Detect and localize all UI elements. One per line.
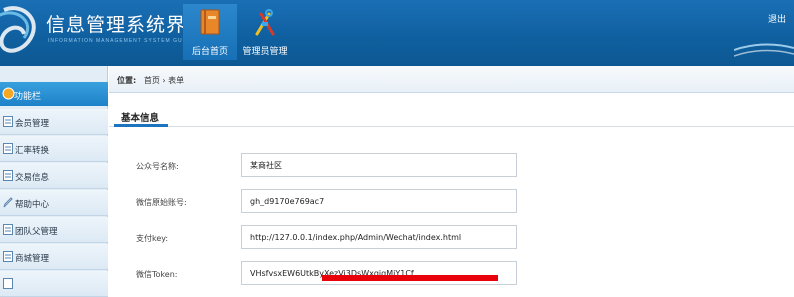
document-icon	[3, 116, 13, 127]
logout-link[interactable]: 退出	[768, 12, 786, 25]
breadcrumb-form-link[interactable]: 表单	[168, 76, 184, 85]
pay-key-label: 支付key:	[136, 234, 169, 243]
header-glow-decoration	[734, 43, 794, 57]
logo-swoosh-icon	[0, 6, 36, 53]
sidebar-item-label: 汇率转换	[15, 146, 50, 156]
sidebar-item-label: 会员管理	[15, 119, 50, 129]
document-icon	[3, 143, 13, 154]
original-id-label: 微信原始账号:	[136, 198, 187, 207]
original-id-input[interactable]	[241, 189, 517, 213]
document-icon	[3, 278, 13, 289]
nav-home-label: 后台首页	[191, 47, 228, 57]
sidebar: 功能栏 会员管理 汇率转换 交易信息 帮助中心 团队父管理 商城管理	[0, 66, 108, 297]
edit-icon	[3, 197, 13, 208]
sidebar-item-label: 帮助中心	[15, 200, 50, 210]
document-icon	[3, 170, 13, 181]
section-accent-bar	[114, 124, 168, 127]
token-input[interactable]	[241, 261, 517, 285]
section-title: 基本信息	[121, 113, 160, 124]
form-row-token: 微信Token:	[109, 258, 794, 288]
sidebar-item-label: 商城管理	[15, 254, 50, 264]
section-divider	[109, 126, 794, 127]
token-label: 微信Token:	[136, 270, 178, 279]
sidebar-header: 功能栏	[0, 82, 108, 106]
sidebar-item-exchange[interactable]: 汇率转换	[0, 136, 108, 162]
nav-home-tab[interactable]: 后台首页	[183, 4, 237, 60]
pay-key-input[interactable]	[241, 225, 517, 249]
book-icon	[200, 9, 220, 35]
breadcrumb-separator: ›	[162, 76, 166, 85]
form-row-pay-key: 支付key:	[109, 222, 794, 252]
red-highlight-bar	[322, 275, 498, 281]
sidebar-header-label: 功能栏	[14, 92, 42, 102]
sidebar-item-partial[interactable]	[0, 271, 108, 297]
sidebar-item-mall[interactable]: 商城管理	[0, 244, 108, 270]
sidebar-item-label: 团队父管理	[15, 227, 58, 237]
breadcrumb-prefix: 位置:	[117, 76, 137, 85]
tools-icon	[255, 9, 275, 36]
sidebar-item-help[interactable]: 帮助中心	[0, 190, 108, 216]
sidebar-item-members[interactable]: 会员管理	[0, 109, 108, 135]
sidebar-item-label: 交易信息	[15, 173, 50, 183]
form-row-account-name: 公众号名称:	[109, 150, 794, 180]
account-name-input[interactable]	[241, 153, 517, 177]
breadcrumb-bar: 位置: 首页 › 表单	[109, 66, 794, 93]
app-title: 信息管理系统界面	[46, 14, 207, 36]
nav-admin-tab[interactable]: 管理员管理	[238, 4, 292, 60]
sidebar-item-transactions[interactable]: 交易信息	[0, 163, 108, 189]
form-row-original-id: 微信原始账号:	[109, 186, 794, 216]
breadcrumb-home-link[interactable]: 首页	[144, 76, 160, 85]
top-header: 信息管理系统界面 INFORMATION MANAGEMENT SYSTEM G…	[0, 0, 794, 66]
sidebar-item-team[interactable]: 团队父管理	[0, 217, 108, 243]
nav-admin-label: 管理员管理	[242, 47, 288, 57]
account-name-label: 公众号名称:	[136, 162, 179, 171]
document-icon	[3, 224, 13, 235]
breadcrumb: 位置: 首页 › 表单	[117, 75, 184, 86]
document-icon	[3, 251, 13, 262]
app-subtitle: INFORMATION MANAGEMENT SYSTEM GUI	[48, 38, 185, 44]
